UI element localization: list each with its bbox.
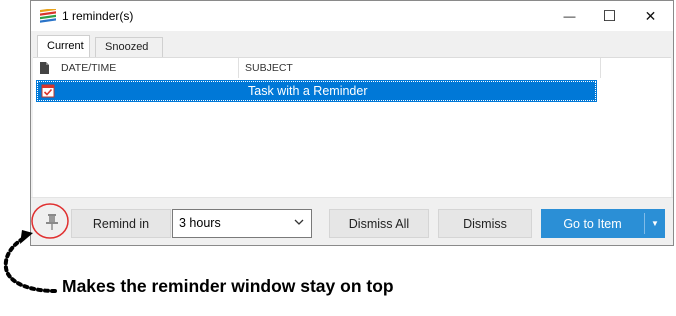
column-header-datetime[interactable]: DATE/TIME xyxy=(55,58,239,78)
document-icon xyxy=(40,62,49,74)
footer-divider xyxy=(31,197,673,198)
pin-icon[interactable] xyxy=(45,213,59,231)
go-to-item-split-button: Go to Item ▼ xyxy=(541,209,665,238)
close-button[interactable]: ✕ xyxy=(628,1,673,31)
window-title: 1 reminder(s) xyxy=(62,9,134,23)
maximize-icon: ☐ xyxy=(602,8,617,25)
reminder-list[interactable]: DATE/TIME SUBJECT Task with a Reminder xyxy=(33,57,671,198)
caret-down-icon: ▼ xyxy=(651,219,659,228)
tab-snoozed[interactable]: Snoozed xyxy=(95,37,163,57)
go-to-item-button[interactable]: Go to Item xyxy=(541,209,644,238)
task-icon xyxy=(41,84,55,98)
table-row[interactable]: Task with a Reminder xyxy=(36,80,597,102)
go-to-item-label: Go to Item xyxy=(563,216,622,231)
title-bar[interactable]: 1 reminder(s) — ☐ ✕ xyxy=(31,1,673,31)
dismiss-label: Dismiss xyxy=(463,216,507,231)
dismiss-all-button[interactable]: Dismiss All xyxy=(329,209,429,238)
row-subject: Task with a Reminder xyxy=(248,84,368,98)
minimize-icon: — xyxy=(563,9,576,23)
close-icon: ✕ xyxy=(644,7,657,24)
maximize-button[interactable]: ☐ xyxy=(587,1,632,31)
dismiss-button[interactable]: Dismiss xyxy=(438,209,532,238)
remind-in-label: Remind in xyxy=(92,216,150,231)
reminder-window: 1 reminder(s) — ☐ ✕ Current Snoozed DATE… xyxy=(30,0,674,246)
go-to-item-dropdown[interactable]: ▼ xyxy=(645,209,665,238)
remind-in-button[interactable]: Remind in xyxy=(71,209,171,238)
column-header-subject[interactable]: SUBJECT xyxy=(239,58,601,78)
minimize-button[interactable]: — xyxy=(547,1,592,31)
dismiss-all-label: Dismiss All xyxy=(348,216,410,231)
app-icon xyxy=(40,9,56,23)
chevron-down-icon xyxy=(294,219,304,225)
snooze-duration-select[interactable]: 3 hours xyxy=(172,209,312,238)
snooze-duration-value: 3 hours xyxy=(179,216,221,230)
tab-current[interactable]: Current xyxy=(37,35,90,57)
annotation-text: Makes the reminder window stay on top xyxy=(62,276,394,296)
